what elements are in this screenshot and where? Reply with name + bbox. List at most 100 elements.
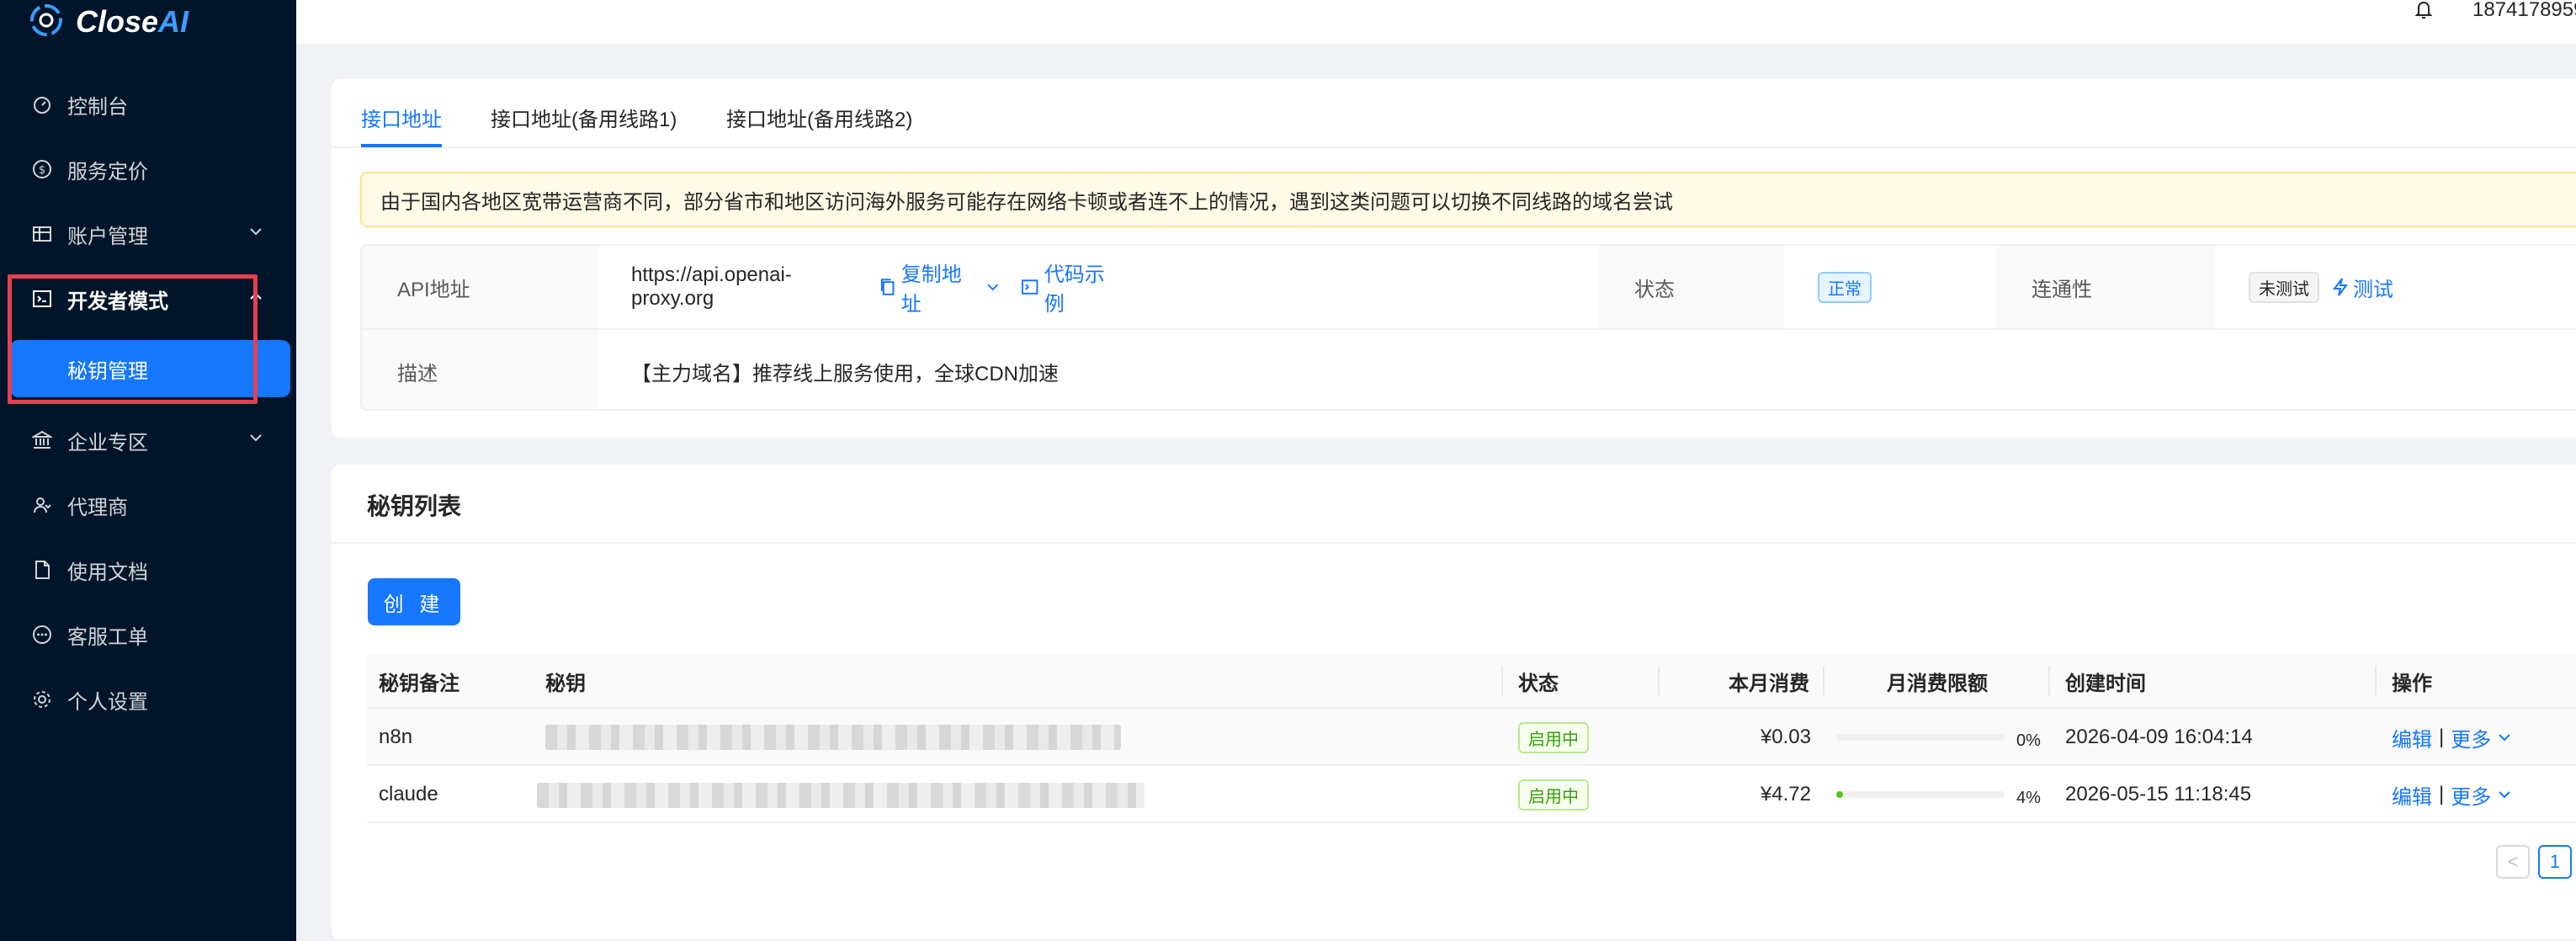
blurred-key xyxy=(537,783,1145,808)
connectivity-badge: 未测试 xyxy=(2249,271,2319,303)
status-value-cell: 正常 xyxy=(1784,246,1996,328)
bank-icon xyxy=(32,430,52,450)
connectivity-label: 连通性 xyxy=(2032,278,2092,301)
status-badge: 正常 xyxy=(1818,271,1872,303)
svg-text:$: $ xyxy=(39,164,45,177)
sidebar-item-label: 服务定价 xyxy=(67,160,148,183)
desc-value: 【主力域名】推荐线上服务使用，全球CDN加速 xyxy=(631,362,1059,385)
sidebar-item-developer[interactable]: 开发者模式 xyxy=(0,267,296,331)
sidebar-item-label: 客服工单 xyxy=(67,625,148,649)
dashboard-icon xyxy=(32,94,52,114)
key-list-card: 秘钥列表 创 建 秘钥备注 秘钥 状态 本月消费 月消费限额 创建时间 操作 n… xyxy=(332,465,2576,939)
copy-address-button[interactable]: 复制地址 xyxy=(879,258,1001,316)
chevron-up-icon xyxy=(247,287,264,311)
column-header-actions: 操作 xyxy=(2392,672,2432,695)
code-example-button[interactable]: 代码示例 xyxy=(1021,258,1123,316)
edit-link[interactable]: 编辑 xyxy=(2392,723,2432,752)
tab-backup-endpoint-1[interactable]: 接口地址(备用线路1) xyxy=(491,103,677,132)
sidebar-item-agent[interactable]: 代理商 xyxy=(0,473,296,537)
logo-text: CloseAI xyxy=(76,4,189,39)
row-note: claude xyxy=(379,783,438,805)
user-account[interactable]: 18741789592 xyxy=(2472,0,2576,22)
more-dropdown[interactable]: 更多 xyxy=(2451,723,2513,752)
sidebar-item-tickets[interactable]: 客服工单 xyxy=(0,603,296,667)
limit-progress-bar xyxy=(1836,791,2005,798)
pagination-prev[interactable]: < xyxy=(2496,845,2530,879)
table-header xyxy=(367,653,2576,709)
chevron-down-icon xyxy=(987,284,999,291)
table-icon xyxy=(32,224,52,244)
message-icon xyxy=(32,625,52,645)
lightning-icon xyxy=(2333,278,2348,296)
sidebar-item-key-management[interactable]: 秘钥管理 xyxy=(10,340,290,397)
desc-value-cell: 【主力域名】推荐线上服务使用，全球CDN加速 xyxy=(598,330,2576,409)
column-divider xyxy=(2375,667,2377,695)
dollar-circle-icon: $ xyxy=(32,159,52,179)
column-header-status: 状态 xyxy=(1518,672,1559,695)
api-endpoint-card: 接口地址 接口地址(备用线路1) 接口地址(备用线路2) 由于国内各地区宽带运营… xyxy=(332,79,2576,438)
code-icon xyxy=(1022,279,1038,295)
row-spend: ¥0.03 xyxy=(1760,726,1811,748)
bell-icon[interactable] xyxy=(2414,0,2434,24)
gear-icon xyxy=(32,689,52,710)
create-button[interactable]: 创 建 xyxy=(368,578,460,625)
api-url: https://api.openai-proxy.org xyxy=(631,263,792,310)
code-example-label: 代码示例 xyxy=(1044,263,1105,316)
sidebar-item-docs[interactable]: 使用文档 xyxy=(0,538,296,602)
sidebar: CloseAI 控制台 $ 服务定价 账户管理 开发者模式 秘钥管理 企业专区 … xyxy=(0,0,296,941)
column-header-monthly-spend: 本月消费 xyxy=(1729,672,1809,695)
tab-backup-endpoint-2[interactable]: 接口地址(备用线路2) xyxy=(726,103,912,132)
sidebar-item-label: 开发者模式 xyxy=(67,290,168,313)
sidebar-item-label: 个人设置 xyxy=(67,690,148,714)
code-icon xyxy=(32,289,52,309)
tab-ink-bar xyxy=(361,144,442,147)
row-actions: 编辑 | 更多 xyxy=(2392,709,2513,766)
user-group-icon xyxy=(32,495,52,515)
limit-progress-bar xyxy=(1836,734,2005,741)
chevron-down-icon xyxy=(2499,734,2510,742)
copy-address-label: 复制地址 xyxy=(900,263,962,316)
column-header-note: 秘钥备注 xyxy=(379,672,459,695)
row-note: n8n xyxy=(379,726,413,748)
status-badge: 启用中 xyxy=(1518,779,1589,811)
sidebar-item-pricing[interactable]: $ 服务定价 xyxy=(0,137,296,201)
pagination-page-1[interactable]: 1 xyxy=(2538,845,2572,879)
sidebar-item-settings[interactable]: 个人设置 xyxy=(0,667,296,731)
sidebar-item-dashboard[interactable]: 控制台 xyxy=(0,72,296,136)
api-label-cell: API地址 xyxy=(362,246,598,328)
sidebar-item-label: 账户管理 xyxy=(67,225,148,248)
alert-banner: 由于国内各地区宽带运营商不同，部分省市和地区访问海外服务可能存在网络卡顿或者连不… xyxy=(360,172,2576,227)
title-divider xyxy=(332,542,2576,544)
row-limit-percent: 0% xyxy=(2016,731,2041,750)
key-list-title: 秘钥列表 xyxy=(367,493,462,519)
api-label: API地址 xyxy=(397,278,470,301)
top-bar: 18741789592 xyxy=(296,0,2576,44)
logo-icon xyxy=(27,1,66,44)
row-status: 启用中 xyxy=(1518,709,1589,766)
action-separator: | xyxy=(2439,726,2445,748)
sidebar-item-label: 代理商 xyxy=(67,496,128,519)
status-badge: 启用中 xyxy=(1518,721,1589,753)
tab-primary-endpoint[interactable]: 接口地址 xyxy=(361,103,442,132)
test-button[interactable]: 测试 xyxy=(2333,273,2393,302)
sidebar-item-label: 控制台 xyxy=(67,95,128,119)
connectivity-value-cell: 未测试 测试 xyxy=(2215,246,2576,328)
more-dropdown[interactable]: 更多 xyxy=(2451,780,2513,810)
sidebar-item-enterprise[interactable]: 企业专区 xyxy=(0,408,296,472)
more-label: 更多 xyxy=(2451,785,2492,809)
more-label: 更多 xyxy=(2451,728,2492,752)
column-header-created-time: 创建时间 xyxy=(2065,672,2146,695)
sidebar-item-label: 企业专区 xyxy=(67,431,148,455)
row-actions: 编辑 | 更多 xyxy=(2392,766,2513,823)
row-created-time: 2026-04-09 16:04:14 xyxy=(2065,726,2253,748)
chevron-down-icon xyxy=(247,222,264,246)
sidebar-item-account[interactable]: 账户管理 xyxy=(0,202,296,266)
blurred-key xyxy=(545,725,1121,750)
logo[interactable]: CloseAI xyxy=(27,0,189,44)
action-separator: | xyxy=(2439,783,2445,805)
edit-link[interactable]: 编辑 xyxy=(2392,780,2432,810)
connectivity-label-cell: 连通性 xyxy=(1996,246,2215,328)
status-label-cell: 状态 xyxy=(1599,246,1784,328)
column-divider xyxy=(2048,667,2050,695)
row-status: 启用中 xyxy=(1518,766,1589,823)
